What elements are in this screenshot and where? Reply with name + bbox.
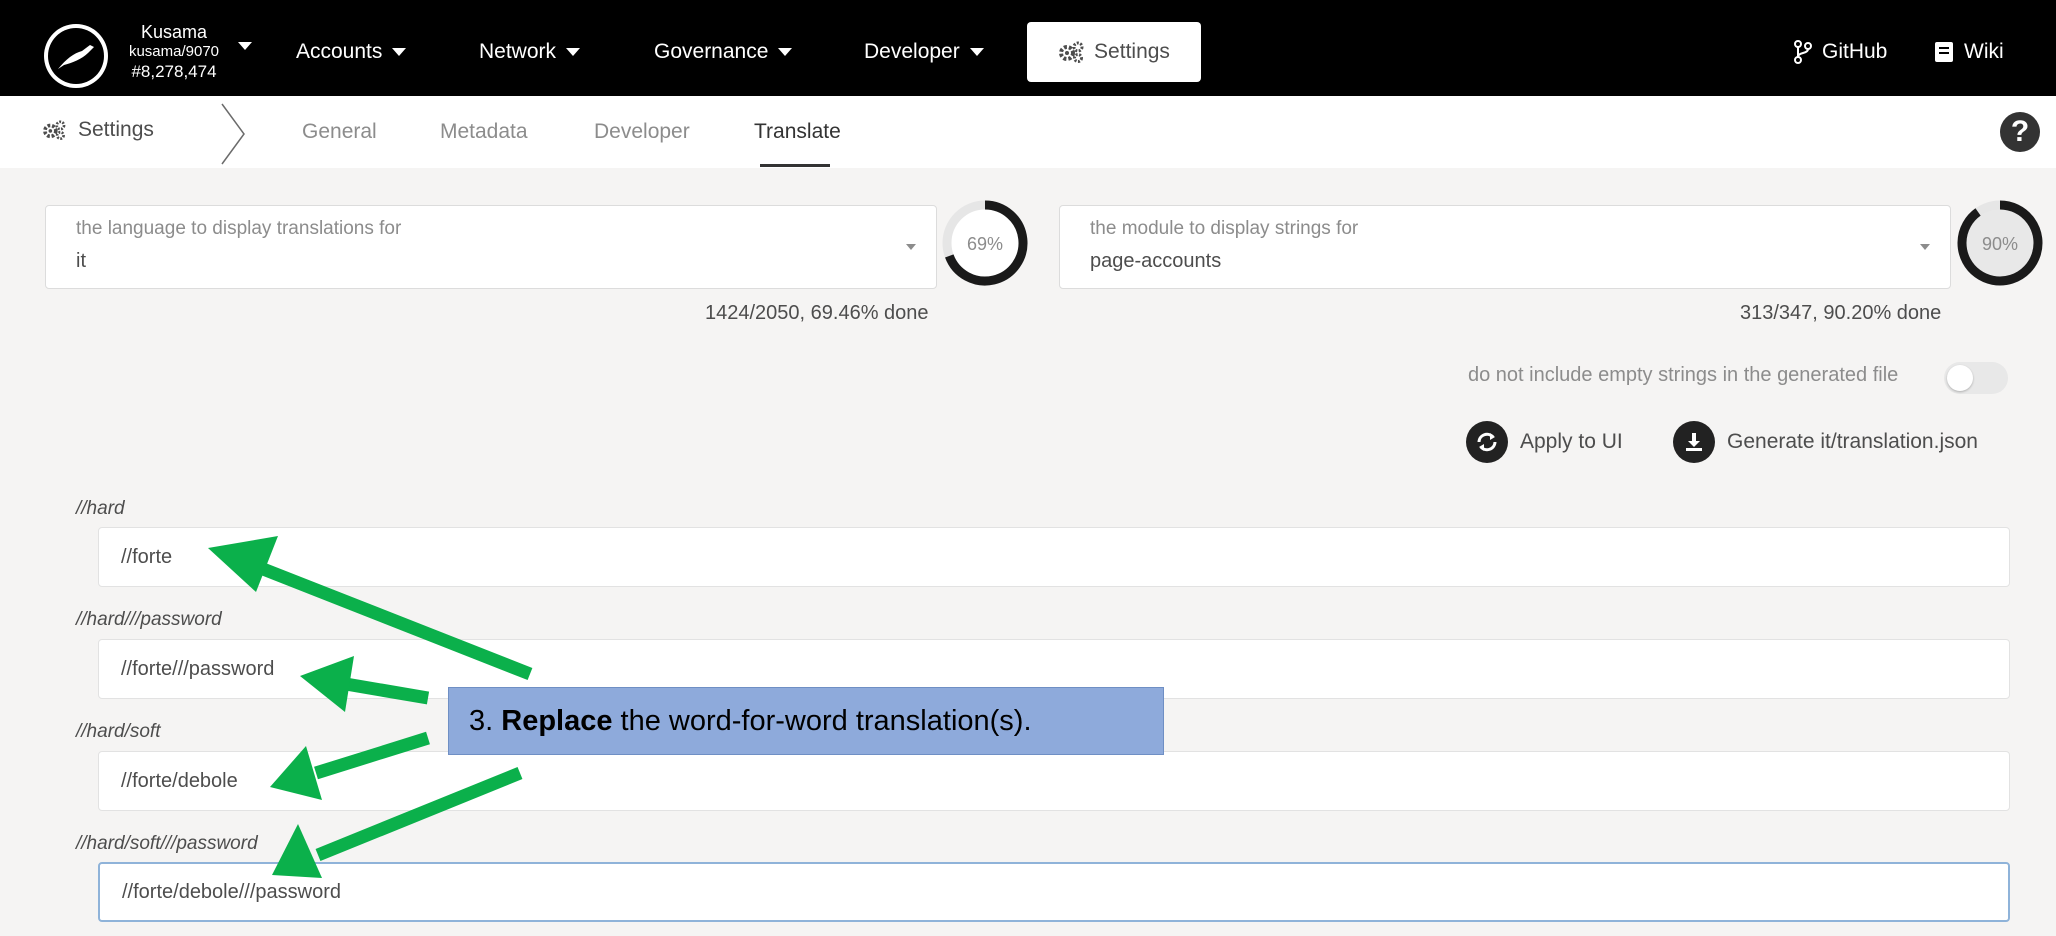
annotation-arrows [208, 536, 533, 878]
annotation-prefix: 3. [469, 704, 502, 737]
arrow-shaft [314, 731, 430, 780]
annotation-rest: the word-for-word translation(s). [612, 704, 1032, 737]
arrow-shaft [255, 560, 533, 681]
annotation-callout: 3. Replace the word-for-word translation… [448, 687, 1164, 755]
annotation-bold: Replace [501, 704, 613, 737]
arrow-shaft [315, 766, 523, 862]
arrow-head [272, 824, 322, 878]
arrow-shaft [338, 676, 430, 705]
arrow-head [300, 656, 354, 712]
arrow-head [270, 746, 322, 800]
